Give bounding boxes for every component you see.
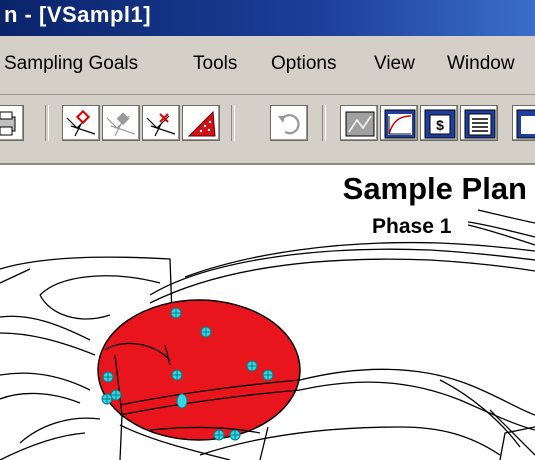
graph-view-icon — [384, 109, 416, 139]
sample-point[interactable] — [102, 371, 114, 383]
map-view-button[interactable] — [340, 105, 378, 141]
delete-sample-point-icon — [146, 113, 176, 137]
cost-view-button[interactable]: $ — [420, 105, 458, 141]
print-icon — [0, 111, 16, 136]
sample-area-fill-icon — [187, 110, 216, 137]
undo-button[interactable] — [270, 105, 308, 141]
sample-point[interactable] — [101, 393, 113, 405]
sample-point[interactable] — [170, 307, 182, 319]
plan-title: Sample Plan — [342, 171, 527, 206]
report-view-icon — [464, 109, 496, 139]
sample-point[interactable] — [246, 360, 258, 372]
sample-area-button[interactable] — [182, 105, 220, 141]
toolbar-separator — [231, 105, 235, 141]
add-sample-point-icon — [66, 109, 96, 137]
sample-point[interactable] — [213, 429, 225, 441]
toolbar-button-partial[interactable] — [512, 105, 535, 141]
menu-options[interactable]: Options — [271, 53, 336, 75]
menu-window[interactable]: Window — [447, 53, 515, 75]
sample-point[interactable] — [229, 429, 241, 441]
sample-point[interactable] — [171, 369, 183, 381]
move-sample-point-icon — [106, 112, 136, 137]
sample-point[interactable] — [176, 393, 188, 409]
toolbar-separator — [322, 105, 326, 141]
svg-text:$: $ — [436, 117, 444, 133]
menu-view[interactable]: View — [374, 53, 415, 75]
toolbar-separator — [45, 105, 49, 141]
menu-sampling-goals[interactable]: Sampling Goals — [4, 53, 138, 75]
sample-point[interactable] — [110, 389, 122, 401]
report-view-button[interactable] — [460, 105, 498, 141]
add-sample-point-button[interactable] — [62, 105, 100, 141]
undo-icon — [278, 114, 300, 135]
window-icon — [516, 109, 535, 139]
cost-view-icon: $ — [424, 109, 456, 139]
sample-point[interactable] — [200, 326, 212, 338]
map-canvas[interactable]: Sample Plan Phase 1 — [0, 165, 535, 460]
toolbar: $ — [0, 95, 535, 165]
map-view-icon — [345, 111, 375, 137]
title-bar: n - [VSampl1] — [0, 0, 535, 36]
menu-bar: Sampling Goals Tools Options View Window — [0, 36, 535, 95]
move-sample-point-button[interactable] — [102, 105, 140, 141]
window-title: n - [VSampl1] — [4, 2, 152, 27]
plan-phase-label: Phase 1 — [372, 215, 452, 238]
delete-sample-point-button[interactable] — [142, 105, 180, 141]
print-button[interactable] — [0, 105, 24, 141]
menu-tools[interactable]: Tools — [193, 53, 237, 75]
site-map[interactable] — [0, 165, 535, 460]
sample-point[interactable] — [262, 369, 274, 381]
graph-view-button[interactable] — [380, 105, 418, 141]
